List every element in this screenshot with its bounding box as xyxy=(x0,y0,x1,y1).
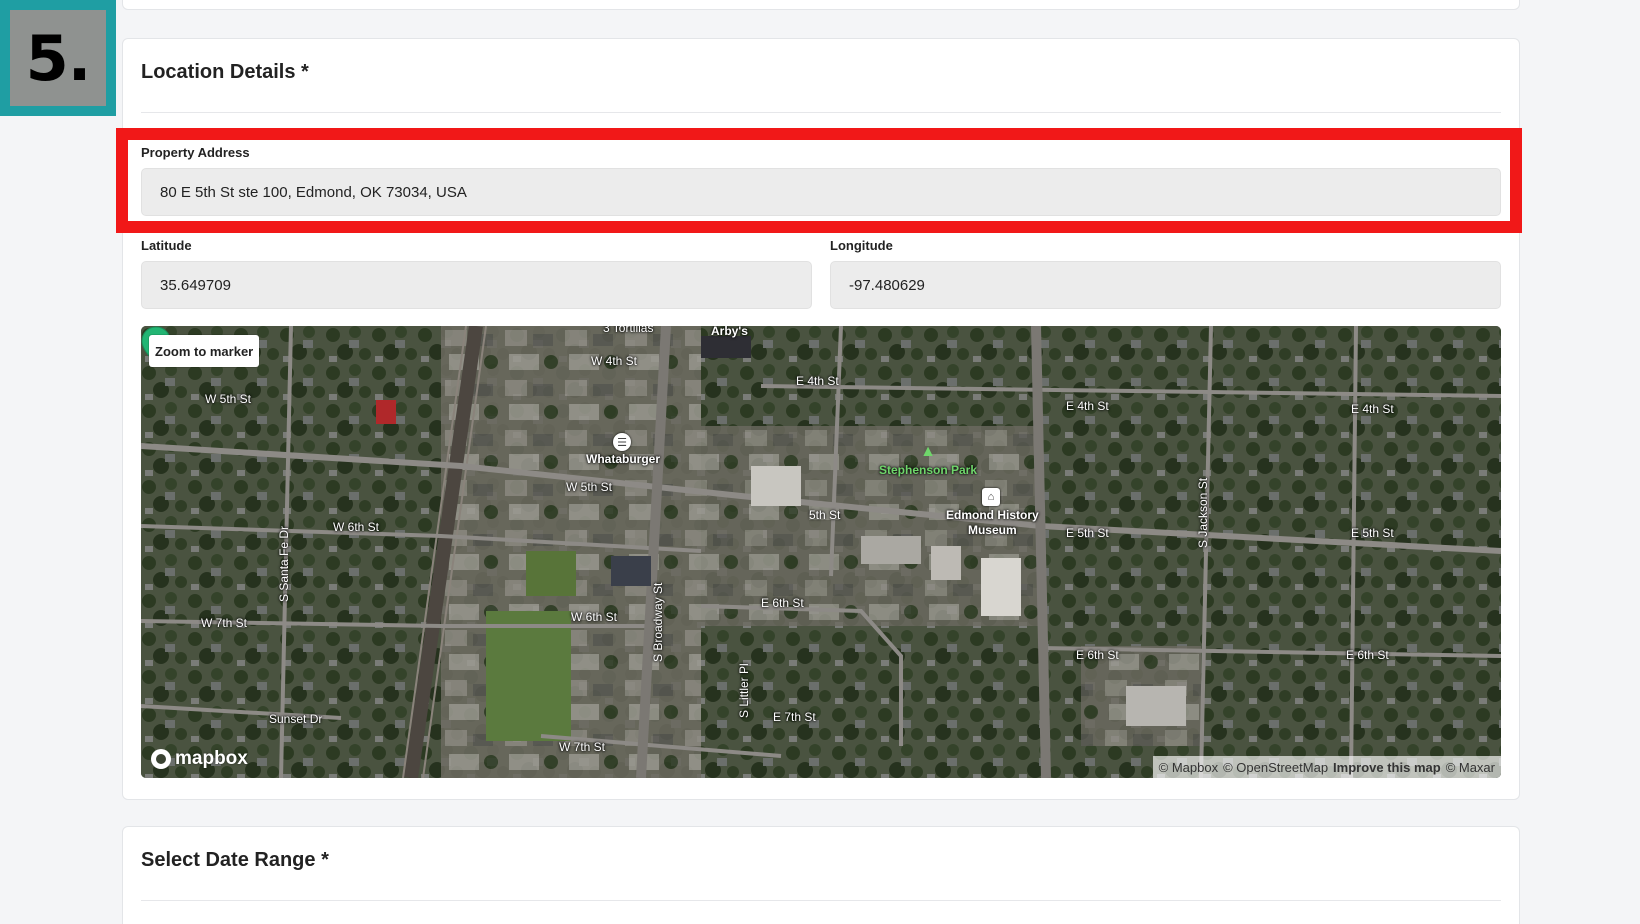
divider xyxy=(141,900,1501,901)
street-label: E 4th St xyxy=(1066,399,1109,413)
mapbox-logo[interactable]: mapbox xyxy=(151,748,248,770)
street-label: W 4th St xyxy=(591,354,638,368)
street-label: W 6th St xyxy=(571,610,618,624)
date-range-card: Select Date Range * xyxy=(122,826,1520,924)
map-attribution: © Mapbox © OpenStreetMap Improve this ma… xyxy=(1152,756,1501,778)
street-label: E 5th St xyxy=(1066,526,1109,540)
street-label: W 7th St xyxy=(201,616,248,630)
satellite-imagery xyxy=(141,326,1501,778)
street-label: E 4th St xyxy=(1351,402,1394,416)
improve-map-link[interactable]: Improve this map xyxy=(1333,760,1441,775)
museum-icon: ⌂ xyxy=(982,488,1000,506)
street-label: E 4th St xyxy=(796,374,839,388)
poi-label-museum: Edmond History Museum xyxy=(946,508,1039,537)
street-label: E 6th St xyxy=(761,596,804,610)
street-label: S Santa Fe Dr xyxy=(277,525,291,602)
latitude-label: Latitude xyxy=(141,238,192,253)
property-address-label: Property Address xyxy=(141,145,250,160)
poi-label-park: Stephenson Park xyxy=(879,463,978,477)
divider xyxy=(141,112,1501,113)
street-label: S Littler Pl xyxy=(737,663,751,718)
street-label: E 6th St xyxy=(1076,648,1119,662)
step-badge: 5. xyxy=(0,0,116,116)
street-label: W 5th St xyxy=(566,480,613,494)
street-label: W 5th St xyxy=(205,392,252,406)
street-label: E 6th St xyxy=(1346,648,1389,662)
attribution-osm[interactable]: © OpenStreetMap xyxy=(1223,760,1328,775)
longitude-label: Longitude xyxy=(830,238,893,253)
property-address-input[interactable]: 80 E 5th St ste 100, Edmond, OK 73034, U… xyxy=(141,168,1501,216)
street-label: 3 Tortillas xyxy=(603,326,654,335)
location-map[interactable]: W 5th St W 6th St W 7th St Sunset Dr S S… xyxy=(141,326,1501,778)
burger-icon: ☰ xyxy=(613,433,631,451)
mapbox-logo-icon xyxy=(151,749,171,769)
longitude-input[interactable]: -97.480629 xyxy=(830,261,1501,309)
street-label: W 7th St xyxy=(559,740,606,754)
step-number: 5. xyxy=(10,10,106,106)
date-range-title: Select Date Range * xyxy=(141,849,329,871)
poi-label-whataburger: Whataburger xyxy=(586,452,661,466)
latitude-input[interactable]: 35.649709 xyxy=(141,261,812,309)
street-label: E 5th St xyxy=(1351,526,1394,540)
street-label: W 6th St xyxy=(333,520,380,534)
park-tree-icon: ▲ xyxy=(920,443,936,460)
zoom-to-marker-button[interactable]: Zoom to marker xyxy=(149,335,260,367)
street-label: S Broadway St xyxy=(651,582,665,662)
poi-label-arbys: Arby's xyxy=(711,326,748,338)
location-details-card: Location Details * Property Address 80 E… xyxy=(122,38,1520,800)
attribution-mapbox[interactable]: © Mapbox xyxy=(1159,760,1218,775)
location-details-title: Location Details * xyxy=(141,61,309,83)
mapbox-logo-text: mapbox xyxy=(175,748,248,769)
street-label: S Jackson St xyxy=(1196,477,1210,548)
street-label: E 7th St xyxy=(773,710,816,724)
previous-card xyxy=(122,0,1520,10)
attribution-maxar[interactable]: © Maxar xyxy=(1446,760,1495,775)
street-label: 5th St xyxy=(809,508,841,522)
street-label: Sunset Dr xyxy=(269,712,323,726)
